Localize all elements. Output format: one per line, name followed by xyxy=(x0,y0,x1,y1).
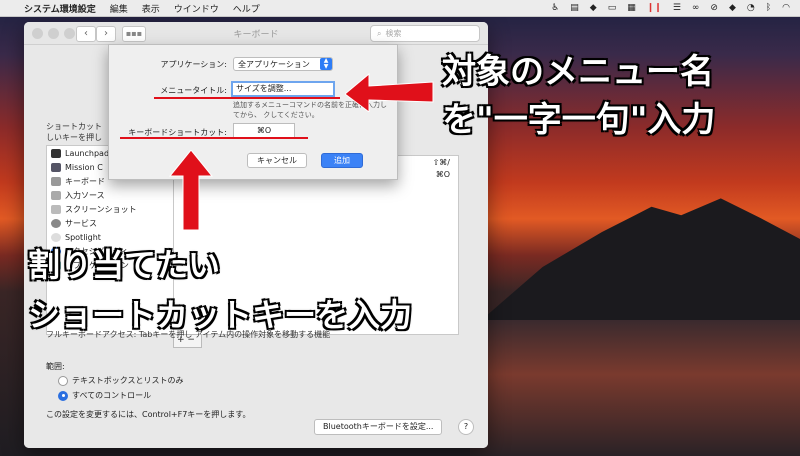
search-icon: ⌕ xyxy=(377,29,382,38)
menu-help[interactable]: ヘルプ xyxy=(233,2,260,15)
grid-status-icon[interactable]: ▦ xyxy=(627,3,636,13)
keyboard-shortcut-field[interactable]: ⌘O xyxy=(233,123,295,138)
list-status-icon[interactable]: ☰ xyxy=(673,3,681,13)
menu-title-underline xyxy=(154,97,340,99)
pane-desc-line2: しいキーを押し xyxy=(46,133,102,142)
shortcut-value-2: ⌘O xyxy=(435,170,450,179)
pane-description: ショートカット しいキーを押し xyxy=(46,121,102,143)
wallpaper-lake xyxy=(470,320,800,456)
pause-status-icon[interactable]: ❙❙ xyxy=(647,3,662,13)
launchpad-icon xyxy=(51,148,61,158)
radio-button-selected[interactable] xyxy=(58,390,68,401)
block-status-icon[interactable]: ⊘ xyxy=(710,3,718,13)
radio-text-and-lists[interactable]: テキストボックスとリストのみ xyxy=(58,375,184,386)
application-label: アプリケーション: xyxy=(160,60,227,69)
radio-button[interactable] xyxy=(58,375,68,386)
wifi-status-icon[interactable]: ◠ xyxy=(782,3,790,13)
category-label: サービス xyxy=(65,218,97,228)
search-placeholder: 検索 xyxy=(385,29,402,38)
input-sources-icon xyxy=(51,190,61,200)
cancel-button[interactable]: キャンセル xyxy=(247,153,307,168)
keyboard-icon xyxy=(51,176,61,186)
red-arrow-left-icon xyxy=(345,72,434,112)
category-label: キーボード xyxy=(65,176,105,186)
shortcut-value-1: ⇧⌘/ xyxy=(432,158,450,167)
gear-icon xyxy=(51,218,61,228)
screenshot-icon xyxy=(51,204,61,214)
dropbox2-status-icon[interactable]: ◆ xyxy=(729,3,736,13)
pane-desc-line1: ショートカット xyxy=(46,122,102,131)
add-shortcut-sheet: アプリケーション: 全アプリケーション ▲ ▼ メニュータイトル: サイズを調整.… xyxy=(108,44,398,180)
message-status-icon[interactable]: ▤ xyxy=(570,3,579,13)
shortcut-underline xyxy=(120,137,308,139)
search-input[interactable]: ⌕ 検索 xyxy=(370,25,480,42)
wallpaper-mountain xyxy=(470,198,800,330)
bluetooth-keyboard-button[interactable]: Bluetoothキーボードを設定... xyxy=(314,419,443,435)
menu-bar: システム環境設定 編集 表示 ウインドウ ヘルプ ♿ ▤ ◆ ▭ ▦ ❙❙ ☰ … xyxy=(0,0,800,17)
glasses-status-icon[interactable]: ∞ xyxy=(692,3,700,13)
menu-view[interactable]: 表示 xyxy=(142,2,160,15)
annotation-right-line2: を"一字一句"入力 xyxy=(442,100,716,140)
dropbox-status-icon[interactable]: ◆ xyxy=(590,3,597,13)
add-button[interactable]: 追加 xyxy=(321,153,363,168)
bluetooth-status-icon[interactable]: ᛒ xyxy=(766,3,771,13)
mission-control-icon xyxy=(51,162,61,172)
annotation-right-line1: 対象のメニュー名 xyxy=(442,52,714,92)
category-label: Mission C xyxy=(65,162,103,172)
status-icons: ♿ ▤ ◆ ▭ ▦ ❙❙ ☰ ∞ ⊘ ◆ ◔ ᛒ ◠ xyxy=(551,3,790,13)
time-machine-status-icon[interactable]: ◔ xyxy=(747,3,755,13)
keyboard-shortcut-value: ⌘O xyxy=(256,126,272,135)
menu-title-label: メニュータイトル: xyxy=(160,86,227,95)
annotation-bottom-line2: ショートカットキーを入力 xyxy=(28,296,413,334)
radio-label: すべてのコントロール xyxy=(72,391,152,400)
menu-title-field[interactable]: サイズを調整... xyxy=(231,81,335,97)
help-button[interactable]: ? xyxy=(458,419,474,435)
menu-window[interactable]: ウインドウ xyxy=(174,2,219,15)
popup-arrows-icon: ▲ ▼ xyxy=(320,58,332,70)
title-bar: ‹ › ▪▪▪ キーボード ⌕ 検索 xyxy=(24,22,488,45)
menu-title-value: サイズを調整... xyxy=(236,84,292,93)
annotation-bottom-line1: 割り当てたい xyxy=(28,246,221,284)
radio-label: テキストボックスとリストのみ xyxy=(72,376,184,385)
menu-edit[interactable]: 編集 xyxy=(110,2,128,15)
display-status-icon[interactable]: ▭ xyxy=(608,3,617,13)
category-label: Launchpad xyxy=(65,148,110,158)
radio-all-controls[interactable]: すべてのコントロール xyxy=(58,390,151,401)
menu-app-name[interactable]: システム環境設定 xyxy=(24,2,96,15)
red-arrow-up-icon xyxy=(168,150,214,230)
control-f7-note: この設定を変更するには、Control+F7キーを押します。 xyxy=(46,410,251,419)
application-popup-value: 全アプリケーション xyxy=(238,60,310,69)
accessibility-status-icon[interactable]: ♿ xyxy=(551,3,559,13)
range-label: 範囲: xyxy=(46,362,65,371)
category-label: 入力ソース xyxy=(65,190,105,200)
application-popup[interactable]: 全アプリケーション ▲ ▼ xyxy=(233,57,333,71)
category-label: スクリーンショット xyxy=(65,204,137,214)
